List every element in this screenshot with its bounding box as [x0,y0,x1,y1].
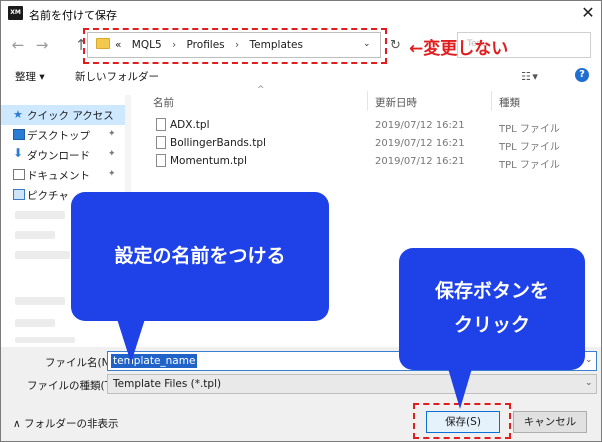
app-icon: XM [8,6,23,20]
title-bar: XM 名前を付けて保存 ✕ [1,1,601,27]
organize-menu[interactable]: 整理 ▾ [15,69,45,84]
blurred-sidebar-item [15,251,70,259]
callout-tail [117,319,145,363]
file-name: ADX.tpl [170,119,210,131]
file-date: 2019/07/12 16:21 [375,120,465,131]
file-type: TPL ファイル [499,160,560,171]
blurred-sidebar-item [15,337,75,343]
file-icon [156,118,166,131]
filetype-label: ファイルの種類(T): [27,380,119,392]
callout-tail [447,365,473,409]
column-header-name[interactable]: 名前 [153,95,174,110]
help-icon[interactable]: ? [575,68,589,82]
pin-icon: ✦ [108,149,116,159]
file-icon [156,136,166,149]
refresh-icon[interactable]: ↻ [390,38,401,53]
save-dialog: XM 名前を付けて保存 ✕ ← → ↑ « MQL5 › Profiles › … [0,0,602,442]
forward-arrow-icon[interactable]: → [34,37,50,53]
column-divider [491,91,492,111]
download-icon: ⬇ [13,146,24,160]
file-name: BollingerBands.tpl [170,137,266,149]
save-callout-line1: 保存ボタンを [434,280,549,302]
pin-icon: ✦ [108,129,116,139]
sidebar-item-pictures[interactable]: ピクチャ [27,188,69,203]
save-callout-line2: クリック [453,314,530,336]
no-change-annotation: ←変更しない [409,39,509,59]
document-icon [13,169,25,180]
file-type: TPL ファイル [499,142,560,153]
cancel-button[interactable]: キャンセル [513,411,587,433]
star-icon: ★ [13,108,23,121]
file-date: 2019/07/12 16:21 [375,138,465,149]
close-button[interactable]: ✕ [577,3,599,23]
filetype-dropdown-icon[interactable]: ⌄ [585,378,593,388]
file-type: TPL ファイル [499,124,560,135]
blurred-sidebar-item [15,297,65,305]
blurred-sidebar-item [15,211,65,219]
new-folder-button[interactable]: 新しいフォルダー [75,69,159,84]
filename-dropdown-icon[interactable]: ⌄ [585,355,593,365]
back-arrow-icon[interactable]: ← [10,37,26,53]
picture-icon [13,189,25,200]
pin-icon: ✦ [108,169,116,179]
sidebar-item-desktop[interactable]: デスクトップ [27,128,90,143]
column-divider [367,91,368,111]
sidebar-item-quick-access[interactable]: クイック アクセス [27,108,114,123]
file-date: 2019/07/12 16:21 [375,156,465,167]
file-icon [156,154,166,167]
hide-folders-toggle[interactable]: ∧ フォルダーの非表示 [13,416,119,431]
column-header-date[interactable]: 更新日時 [375,95,417,110]
sidebar-item-downloads[interactable]: ダウンロード [27,148,90,163]
sort-caret-icon: ^ [257,85,265,95]
desktop-icon [13,129,25,140]
address-highlight-box [83,28,387,64]
blurred-sidebar-item [15,319,55,327]
file-name: Momentum.tpl [170,155,247,167]
save-callout: 保存ボタンを クリック [399,248,585,370]
dialog-title: 名前を付けて保存 [29,9,117,22]
blurred-sidebar-item [15,231,55,239]
sidebar-item-documents[interactable]: ドキュメント [27,168,90,183]
column-header-type[interactable]: 種類 [499,95,520,110]
filetype-value: Template Files (*.tpl) [113,378,222,390]
name-callout: 設定の名前をつける [71,192,329,321]
view-options-icon[interactable]: ☷ ▾ [521,70,538,83]
